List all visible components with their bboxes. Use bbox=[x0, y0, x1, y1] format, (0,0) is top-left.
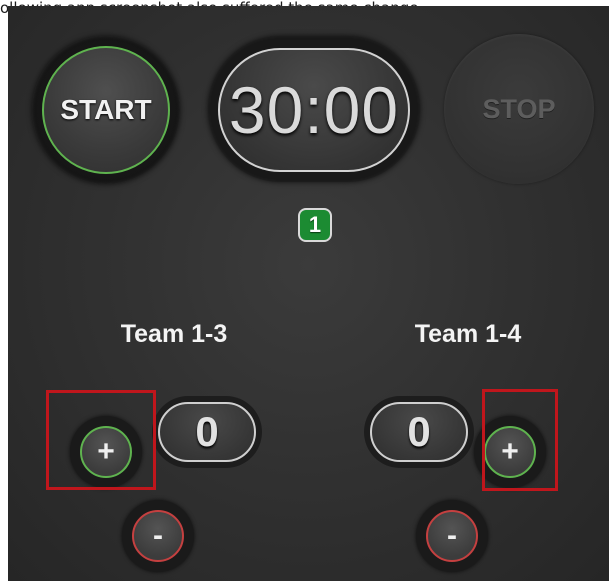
score-display-left: 0 bbox=[158, 402, 256, 462]
team-name-right: Team 1-4 bbox=[414, 320, 522, 348]
period-badge[interactable]: 1 bbox=[298, 208, 332, 242]
subtract-point-button-right[interactable]: - bbox=[426, 510, 478, 562]
highlight-box-right bbox=[482, 389, 558, 491]
team-name-left: Team 1-3 bbox=[120, 320, 228, 348]
start-button[interactable]: START bbox=[42, 46, 170, 174]
stop-button[interactable]: STOP bbox=[444, 34, 594, 184]
score-display-right: 0 bbox=[370, 402, 468, 462]
subtract-point-button-left[interactable]: - bbox=[132, 510, 184, 562]
timer-display[interactable]: 30:00 bbox=[218, 48, 410, 172]
scoreboard-panel: START 30:00 STOP 1 Team 1-3 + 0 - Team 1… bbox=[8, 6, 609, 581]
highlight-box-left bbox=[46, 390, 156, 490]
